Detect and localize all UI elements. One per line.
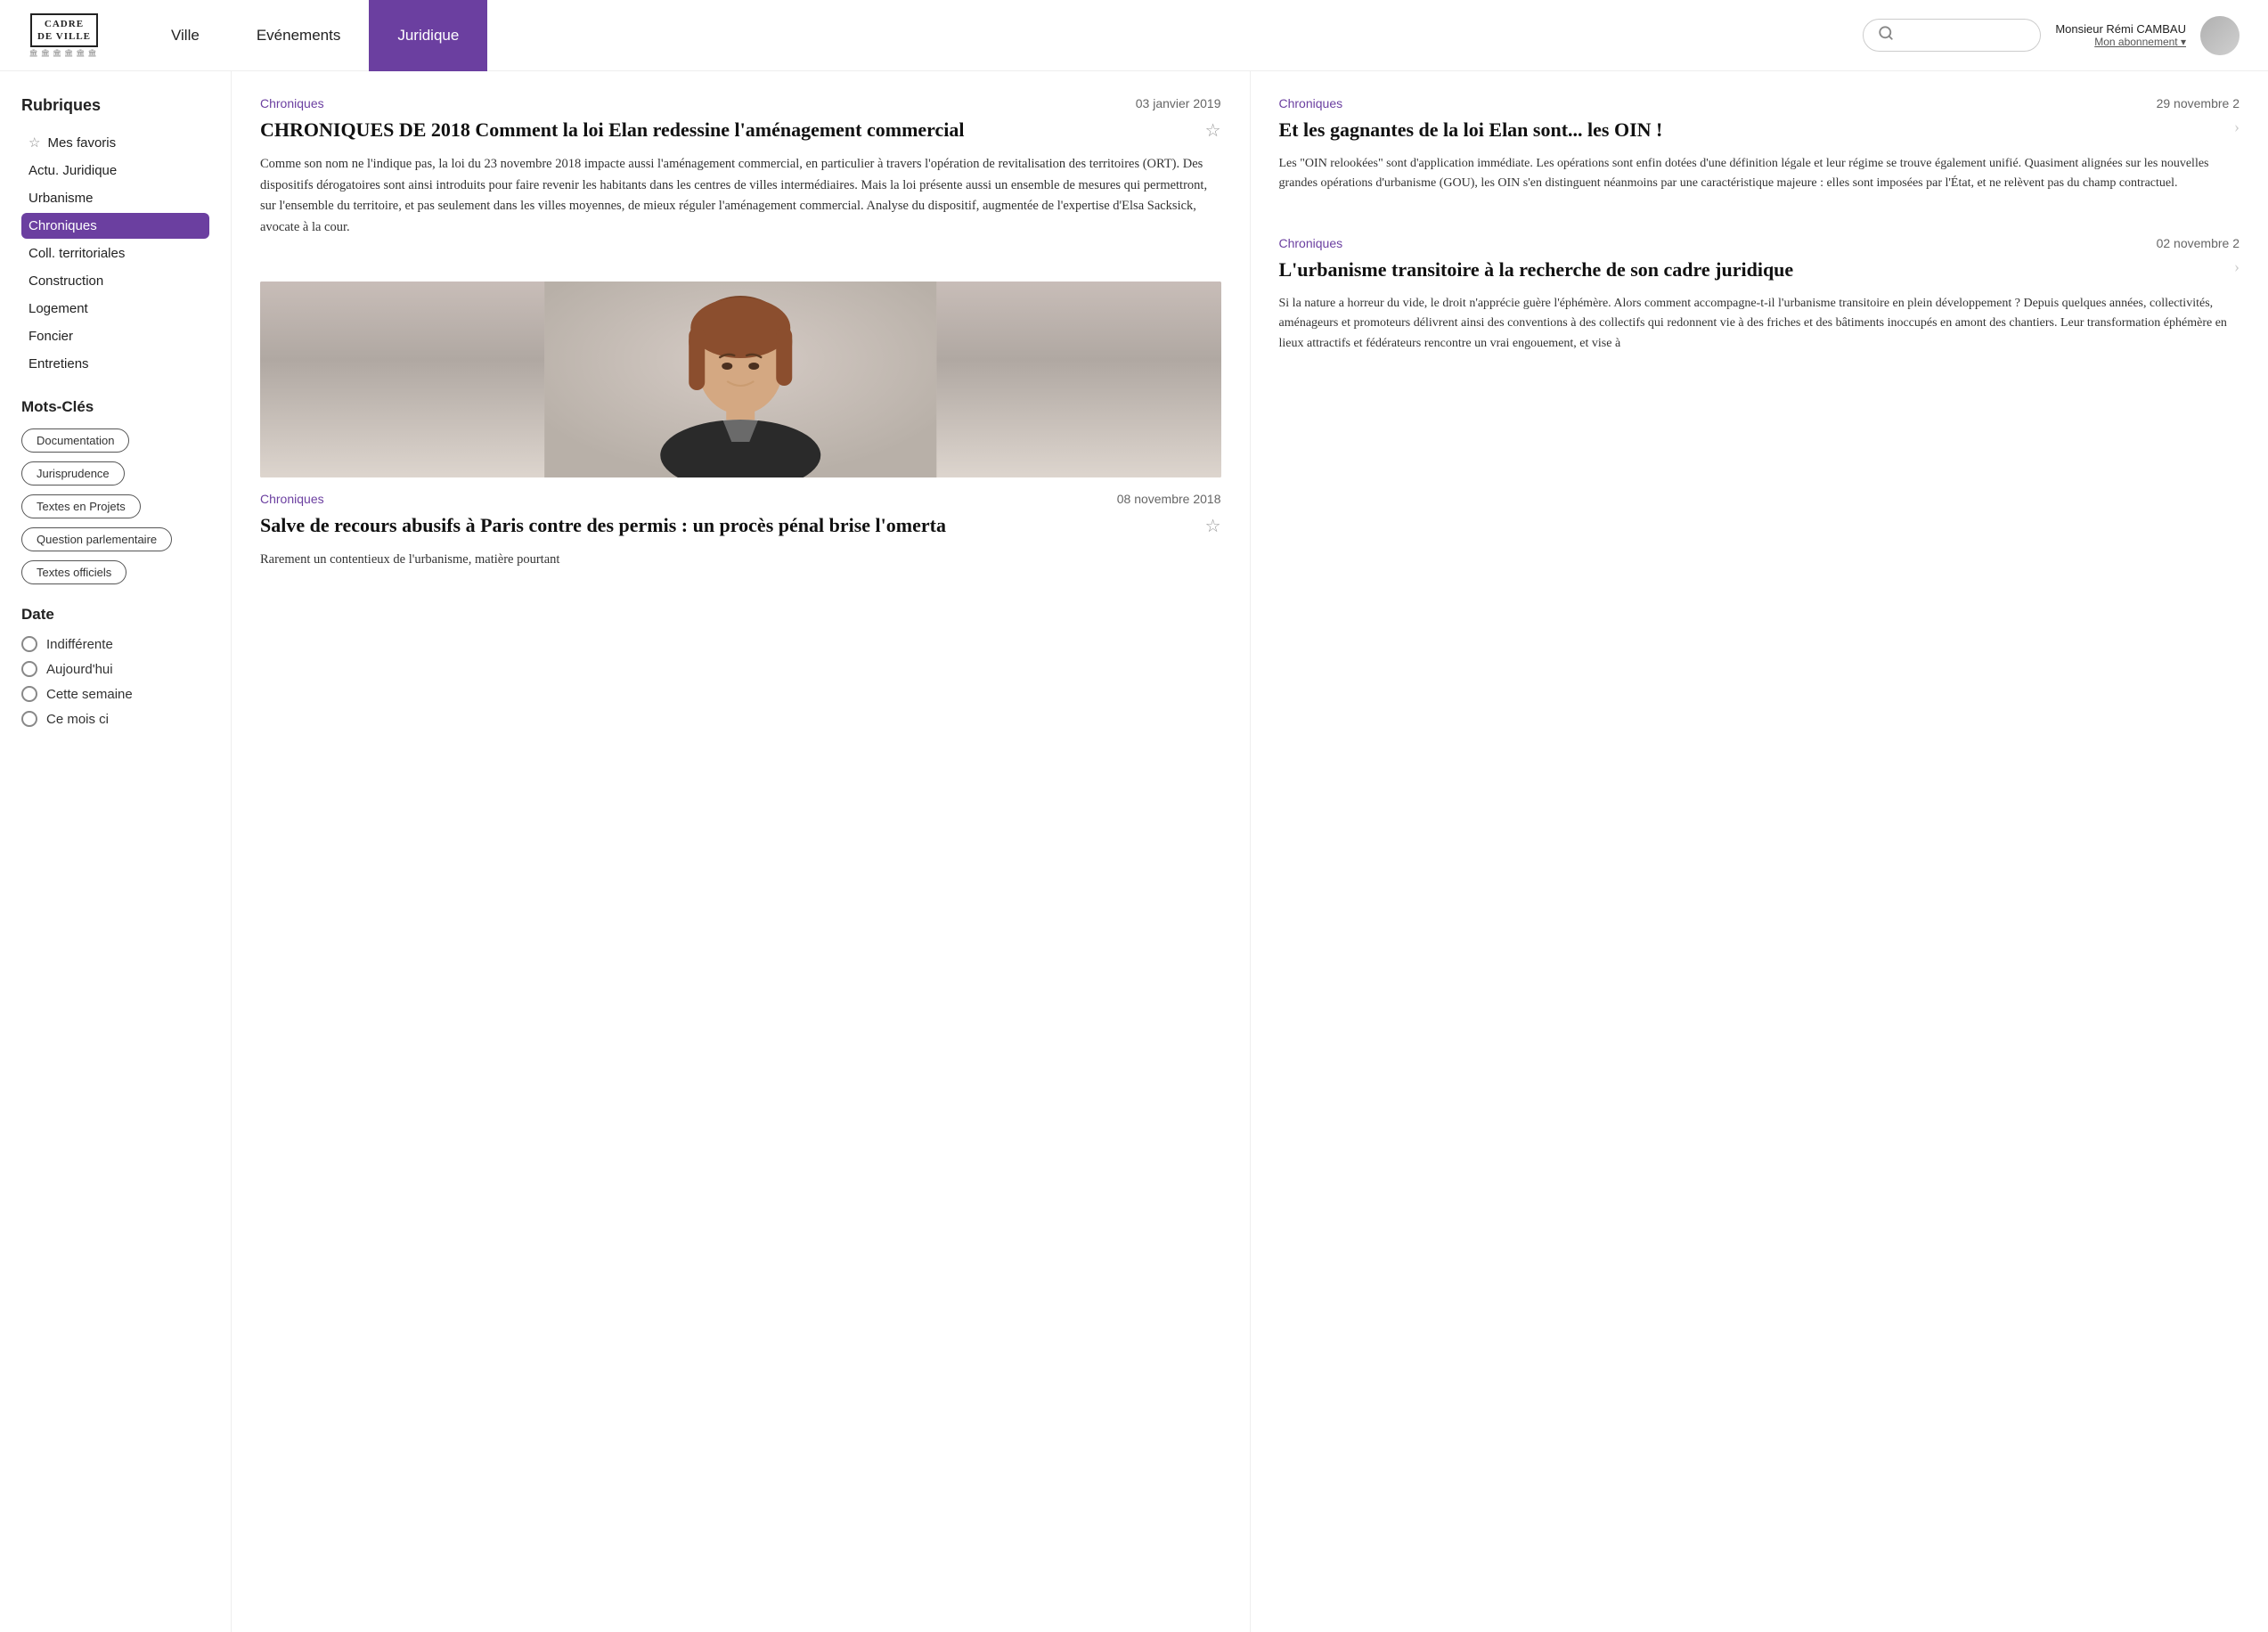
- article-category-r2[interactable]: Chroniques: [1279, 236, 1343, 250]
- sidebar-item-construction[interactable]: Construction: [21, 268, 209, 294]
- keyword-question-parl[interactable]: Question parlementaire: [21, 527, 172, 551]
- sidebar-item-favoris[interactable]: ☆ Mes favoris: [21, 129, 209, 156]
- date-label-aujourdhui: Aujourd'hui: [46, 662, 113, 677]
- date-title: Date: [21, 606, 209, 624]
- sidebar-item-label-construction: Construction: [29, 273, 103, 289]
- chevron-right-r2: ›: [2234, 257, 2239, 276]
- article-card-r1: Chroniques 29 novembre 2 Et les gagnante…: [1279, 96, 2240, 193]
- article-title-r2[interactable]: L'urbanisme transitoire à la recherche d…: [1279, 257, 2224, 283]
- star-icon: ☆: [29, 135, 40, 151]
- main-layout: Rubriques ☆ Mes favoris Actu. Juridique …: [0, 71, 2268, 1632]
- sidebar-item-label-actu: Actu. Juridique: [29, 163, 117, 178]
- article-title-row-r1: Et les gagnantes de la loi Elan sont... …: [1279, 118, 2240, 143]
- user-info: Monsieur Rémi CAMBAU Mon abonnement ▾: [2055, 22, 2186, 48]
- date-label-indifferente: Indifférente: [46, 637, 113, 652]
- radio-indifferente[interactable]: [21, 636, 37, 652]
- article-fav-1[interactable]: ☆: [1205, 119, 1221, 142]
- logo[interactable]: CADRE DE VILLE 🏛🏛🏛🏛🏛🏛: [29, 13, 100, 56]
- date-label-mois: Ce mois ci: [46, 712, 109, 727]
- nav-item-evenements[interactable]: Evénements: [228, 0, 370, 71]
- sidebar: Rubriques ☆ Mes favoris Actu. Juridique …: [0, 71, 232, 1632]
- date-option-mois[interactable]: Ce mois ci: [21, 711, 209, 727]
- article-card-2: Chroniques 08 novembre 2018 Salve de rec…: [260, 282, 1221, 571]
- sidebar-item-entretiens[interactable]: Entretiens: [21, 351, 209, 377]
- date-option-semaine[interactable]: Cette semaine: [21, 686, 209, 702]
- article-body-2: Rarement un contentieux de l'urbanisme, …: [260, 550, 1221, 571]
- user-name: Monsieur Rémi CAMBAU: [2055, 22, 2186, 36]
- header-right: Monsieur Rémi CAMBAU Mon abonnement ▾: [1863, 16, 2239, 55]
- keywords-title: Mots-Clés: [21, 398, 209, 416]
- user-subscription[interactable]: Mon abonnement ▾: [2055, 36, 2186, 48]
- article-date-1: 03 janvier 2019: [1136, 96, 1221, 110]
- article-card-r2: Chroniques 02 novembre 2 L'urbanisme tra…: [1279, 236, 2240, 354]
- sidebar-item-label-coll: Coll. territoriales: [29, 246, 125, 261]
- article-date-2: 08 novembre 2018: [1117, 492, 1221, 506]
- article-card-1: Chroniques 03 janvier 2019 CHRONIQUES DE…: [260, 96, 1221, 239]
- sidebar-item-label-favoris: Mes favoris: [47, 135, 116, 151]
- radio-aujourdhui[interactable]: [21, 661, 37, 677]
- date-option-aujourdhui[interactable]: Aujourd'hui: [21, 661, 209, 677]
- article-title-row-1: CHRONIQUES DE 2018 Comment la loi Elan r…: [260, 118, 1221, 143]
- person-photo: [260, 282, 1221, 477]
- sidebar-item-foncier[interactable]: Foncier: [21, 323, 209, 349]
- main-nav: Ville Evénements Juridique: [143, 0, 1863, 71]
- article-meta-r1: Chroniques 29 novembre 2: [1279, 96, 2240, 110]
- keywords-section: Mots-Clés Documentation Jurisprudence Te…: [21, 398, 209, 584]
- article-title-row-2: Salve de recours abusifs à Paris contre …: [260, 513, 1221, 539]
- article-meta-2: Chroniques 08 novembre 2018: [260, 492, 1221, 506]
- article-meta-r2: Chroniques 02 novembre 2: [1279, 236, 2240, 250]
- sidebar-item-label-foncier: Foncier: [29, 329, 73, 344]
- sidebar-item-actu[interactable]: Actu. Juridique: [21, 158, 209, 184]
- date-section: Date Indifférente Aujourd'hui Cette sema…: [21, 606, 209, 727]
- avatar-image: [2200, 16, 2239, 55]
- article-body-r2: Si la nature a horreur du vide, le droit…: [1279, 294, 2240, 354]
- article-fav-2[interactable]: ☆: [1205, 515, 1221, 537]
- article-title-r1[interactable]: Et les gagnantes de la loi Elan sont... …: [1279, 118, 2224, 143]
- keyword-textes-officiels[interactable]: Textes officiels: [21, 560, 126, 584]
- search-icon: [1878, 25, 1894, 45]
- articles-right-col: Chroniques 29 novembre 2 Et les gagnante…: [1251, 71, 2268, 1632]
- article-category-2[interactable]: Chroniques: [260, 492, 324, 506]
- nav-item-ville[interactable]: Ville: [143, 0, 228, 71]
- keyword-jurisprudence[interactable]: Jurisprudence: [21, 461, 125, 486]
- article-category-r1[interactable]: Chroniques: [1279, 96, 1343, 110]
- keyword-textes-projets[interactable]: Textes en Projets: [21, 494, 141, 518]
- sidebar-item-coll[interactable]: Coll. territoriales: [21, 241, 209, 266]
- article-image-2: [260, 282, 1221, 477]
- sidebar-item-label-entretiens: Entretiens: [29, 356, 89, 371]
- date-option-indifferente[interactable]: Indifférente: [21, 636, 209, 652]
- rubriques-title: Rubriques: [21, 96, 209, 115]
- keyword-tags: Documentation Jurisprudence Textes en Pr…: [21, 428, 209, 584]
- keyword-documentation[interactable]: Documentation: [21, 428, 129, 453]
- article-meta-1: Chroniques 03 janvier 2019: [260, 96, 1221, 110]
- article-title-2[interactable]: Salve de recours abusifs à Paris contre …: [260, 513, 1195, 539]
- article-body-1: Comme son nom ne l'indique pas, la loi d…: [260, 154, 1221, 240]
- logo-line1: CADRE: [37, 19, 91, 30]
- radio-mois[interactable]: [21, 711, 37, 727]
- sidebar-item-urbanisme[interactable]: Urbanisme: [21, 185, 209, 211]
- avatar[interactable]: [2200, 16, 2239, 55]
- nav-item-juridique[interactable]: Juridique: [369, 0, 487, 71]
- article-title-1[interactable]: CHRONIQUES DE 2018 Comment la loi Elan r…: [260, 118, 1195, 143]
- sidebar-item-label-chroniques: Chroniques: [29, 218, 97, 233]
- article-category-1[interactable]: Chroniques: [260, 96, 324, 110]
- date-label-semaine: Cette semaine: [46, 687, 133, 702]
- radio-semaine[interactable]: [21, 686, 37, 702]
- sidebar-item-logement[interactable]: Logement: [21, 296, 209, 322]
- header: CADRE DE VILLE 🏛🏛🏛🏛🏛🏛 Ville Evénements J…: [0, 0, 2268, 71]
- article-title-row-r2: L'urbanisme transitoire à la recherche d…: [1279, 257, 2240, 283]
- sidebar-item-label-logement: Logement: [29, 301, 88, 316]
- chevron-right-r1: ›: [2234, 118, 2239, 136]
- article-date-r2: 02 novembre 2: [2157, 236, 2239, 250]
- article-body-r1: Les "OIN relookées" sont d'application i…: [1279, 154, 2240, 194]
- sidebar-item-chroniques[interactable]: Chroniques: [21, 213, 209, 239]
- logo-line2: DE VILLE: [37, 31, 91, 42]
- article-date-r1: 29 novembre 2: [2157, 96, 2239, 110]
- logo-deco: 🏛🏛🏛🏛🏛🏛: [29, 49, 100, 57]
- content-area: Chroniques 03 janvier 2019 CHRONIQUES DE…: [232, 71, 2268, 1632]
- articles-left-col: Chroniques 03 janvier 2019 CHRONIQUES DE…: [232, 71, 1251, 1632]
- sidebar-item-label-urbanisme: Urbanisme: [29, 191, 94, 206]
- search-bar[interactable]: [1863, 19, 2041, 52]
